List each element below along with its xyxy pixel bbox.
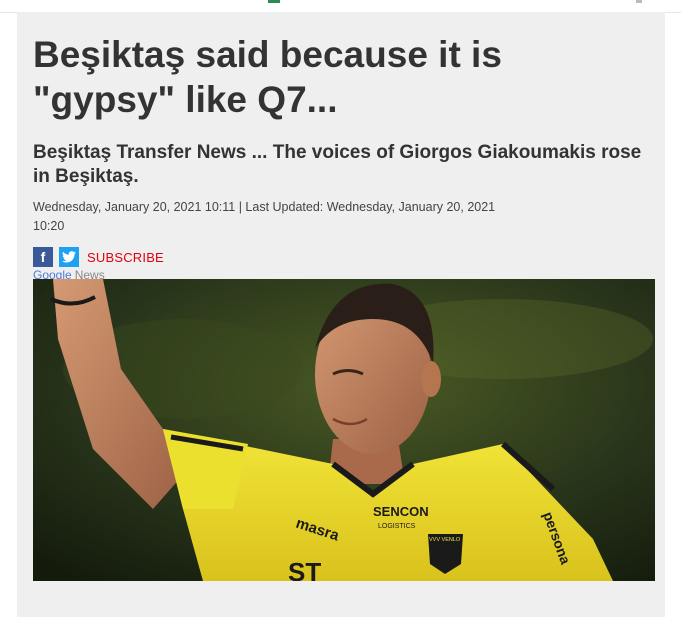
dateline-published-updated: Wednesday, January 20, 2021 10:11 | Last… (33, 200, 496, 214)
facebook-share-button[interactable]: f (33, 247, 53, 267)
article-subheadline: Beşiktaş Transfer News ... The voices of… (33, 142, 642, 187)
article-headline: Beşiktaş said because it is "gypsy" like… (33, 34, 502, 120)
footballer-photo-illustration: SENCON LOGISTICS masra persona VVV VENLO… (33, 279, 655, 581)
jersey-sponsor-subtext: LOGISTICS (378, 523, 416, 530)
google-news-google-text: Google (33, 268, 72, 279)
google-news-link[interactable]: Google News (33, 268, 105, 279)
facebook-icon: f (40, 249, 46, 265)
top-strip-marker (636, 0, 642, 3)
article-panel: Beşiktaş said because it is "gypsy" like… (17, 12, 665, 617)
jersey-sponsor-text: SENCON (373, 504, 429, 519)
twitter-share-button[interactable] (59, 247, 79, 267)
top-strip-accent (268, 0, 280, 3)
article-dateline: Wednesday, January 20, 2021 10:11 | Last… (33, 198, 533, 236)
share-bar: f SUBSCRIBE (33, 247, 164, 267)
jersey-chest-text-partial: ST (288, 557, 321, 581)
subscribe-link[interactable]: SUBSCRIBE (87, 250, 164, 265)
google-news-news-text: News (74, 268, 105, 279)
club-badge-text: VVV VENLO (429, 537, 461, 543)
dateline-updated-time: 10:20 (33, 219, 65, 233)
article-photo: SENCON LOGISTICS masra persona VVV VENLO… (33, 279, 655, 581)
twitter-icon (62, 251, 76, 263)
